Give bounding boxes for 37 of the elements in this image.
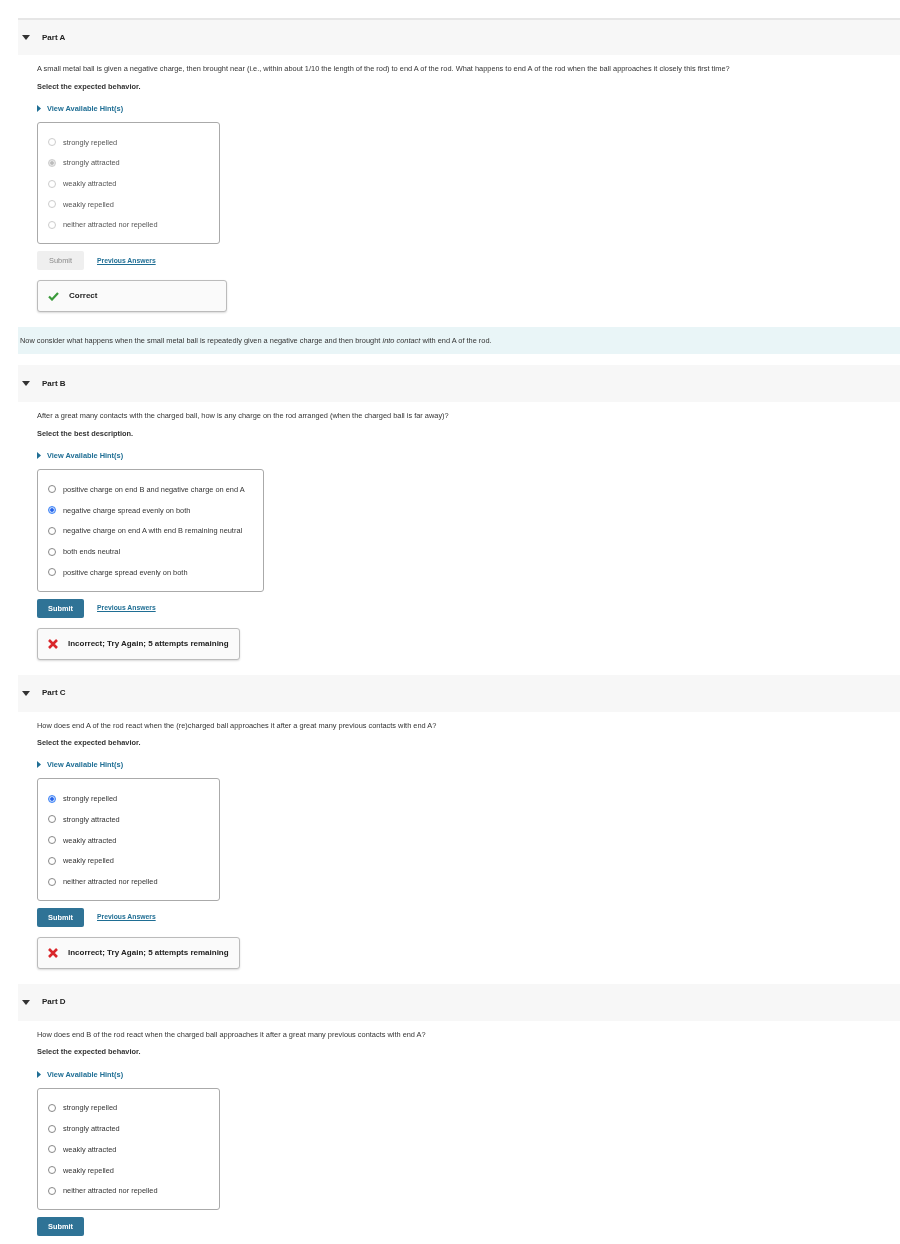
part-header[interactable]: Part B [18, 365, 900, 403]
part-title: Part C [42, 687, 66, 700]
feedback-text: Incorrect; Try Again; 5 attempts remaining [68, 946, 229, 959]
radio-button[interactable] [48, 1186, 56, 1195]
radio-button[interactable] [48, 1166, 56, 1175]
part-title: Part D [42, 996, 66, 1009]
radio-button[interactable] [48, 485, 56, 494]
part-title: Part B [42, 377, 66, 390]
caret-icon [22, 999, 30, 1005]
radio-button[interactable] [48, 856, 56, 865]
caret-icon [22, 381, 30, 387]
radio-button[interactable] [48, 1124, 56, 1133]
cross-icon [48, 638, 58, 649]
part-header[interactable]: Part D [18, 983, 900, 1021]
radio-button[interactable] [48, 1145, 56, 1154]
radio-button[interactable] [48, 568, 56, 577]
caret-icon [37, 104, 41, 112]
radio-button[interactable] [48, 836, 56, 845]
part-header[interactable]: Part C [18, 674, 900, 712]
radio-button[interactable] [48, 794, 56, 803]
radio-button[interactable] [48, 1104, 56, 1113]
radio-button[interactable] [48, 815, 56, 824]
feedback-text: Correct [69, 290, 98, 303]
caret-icon [37, 452, 41, 460]
feedback-text: Incorrect; Try Again; 5 attempts remaining [68, 637, 229, 650]
caret-icon [22, 35, 30, 40]
check-icon [48, 291, 59, 301]
radio-button[interactable] [48, 506, 56, 515]
caret-icon [37, 1070, 41, 1078]
part-title: Part A [42, 31, 66, 44]
cross-icon [48, 947, 58, 958]
radio-button[interactable] [48, 547, 56, 556]
part-header[interactable]: Part A [18, 18, 900, 55]
caret-icon [37, 761, 41, 769]
radio-button[interactable] [48, 877, 56, 886]
caret-icon [22, 690, 30, 696]
radio-button[interactable] [48, 526, 56, 535]
